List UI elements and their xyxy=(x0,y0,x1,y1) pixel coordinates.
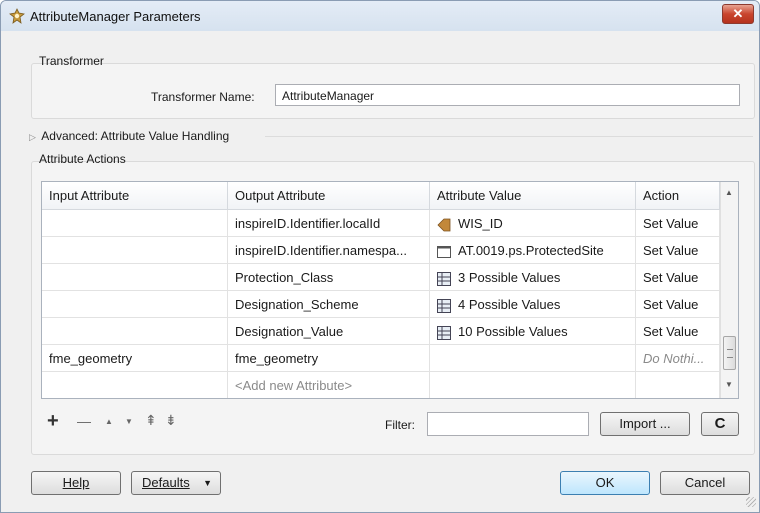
filter-label: Filter: xyxy=(385,418,415,432)
table-row-action[interactable]: Do Nothi... xyxy=(636,345,720,372)
advanced-label: Advanced: Attribute Value Handling xyxy=(41,129,230,143)
thumb-grip-icon xyxy=(727,349,733,358)
refresh-icon: C xyxy=(714,415,726,432)
table-row-action[interactable] xyxy=(636,372,720,398)
window-title: AttributeManager Parameters xyxy=(30,9,201,24)
advanced-divider xyxy=(265,136,753,137)
advanced-section-toggle[interactable]: ▷ Advanced: Attribute Value Handling xyxy=(29,128,269,144)
transformer-group-label: Transformer xyxy=(39,54,104,68)
table-row-input[interactable] xyxy=(42,210,228,237)
ok-button[interactable]: OK xyxy=(560,471,650,495)
filter-input[interactable] xyxy=(427,412,589,436)
scroll-up-arrow-icon[interactable]: ▲ xyxy=(725,188,733,197)
value-text: 10 Possible Values xyxy=(458,324,568,339)
table-values-icon xyxy=(437,325,451,340)
table-row-action[interactable]: Set Value xyxy=(636,264,720,291)
title-bar: AttributeManager Parameters ✕ xyxy=(1,1,759,31)
move-bottom-button[interactable]: ⇟ xyxy=(165,412,177,429)
add-new-attribute-row[interactable]: <Add new Attribute> xyxy=(228,372,430,398)
table-row-input[interactable] xyxy=(42,318,228,345)
remove-row-button[interactable]: — xyxy=(77,413,91,429)
fme-app-icon xyxy=(9,8,25,24)
defaults-dropdown-button[interactable]: Defaults ▼ xyxy=(131,471,221,495)
close-button[interactable]: ✕ xyxy=(722,4,754,24)
defaults-button-label: Defaults xyxy=(142,475,190,490)
table-row-input[interactable] xyxy=(42,264,228,291)
table-row-input[interactable]: fme_geometry xyxy=(42,345,228,372)
table-row-output[interactable]: Designation_Scheme xyxy=(228,291,430,318)
table-row-input[interactable] xyxy=(42,291,228,318)
resize-grip-icon[interactable] xyxy=(746,497,756,507)
value-text: 4 Possible Values xyxy=(458,297,561,312)
dropdown-arrow-icon: ▼ xyxy=(203,478,212,488)
scrollbar-thumb[interactable] xyxy=(723,336,736,370)
scroll-down-arrow-icon[interactable]: ▼ xyxy=(725,380,733,389)
refresh-button[interactable]: C xyxy=(701,412,739,436)
table-row-value[interactable] xyxy=(430,372,636,398)
table-row-value[interactable]: 10 Possible Values xyxy=(430,318,636,345)
table-row-action[interactable]: Set Value xyxy=(636,291,720,318)
table-row-action[interactable]: Set Value xyxy=(636,210,720,237)
table-row-output[interactable]: Protection_Class xyxy=(228,264,430,291)
cancel-button[interactable]: Cancel xyxy=(660,471,750,495)
column-header-value[interactable]: Attribute Value xyxy=(430,182,636,210)
move-up-button[interactable]: ▲ xyxy=(105,417,113,426)
table-row-action[interactable]: Set Value xyxy=(636,237,720,264)
attribute-table: Input Attribute Output Attribute Attribu… xyxy=(41,181,739,399)
table-row-value[interactable]: 4 Possible Values xyxy=(430,291,636,318)
transformer-name-label: Transformer Name: xyxy=(151,90,255,104)
text-value-icon xyxy=(437,245,451,258)
table-row-value[interactable] xyxy=(430,345,636,372)
column-header-action[interactable]: Action xyxy=(636,182,720,210)
table-values-icon xyxy=(437,298,451,313)
table-values-icon xyxy=(437,271,451,286)
table-row-value[interactable]: AT.0019.ps.ProtectedSite xyxy=(430,237,636,264)
table-row-value[interactable]: 3 Possible Values xyxy=(430,264,636,291)
value-text: 3 Possible Values xyxy=(458,270,561,285)
table-row-output[interactable]: inspireID.Identifier.namespa... xyxy=(228,237,430,264)
attribute-actions-label: Attribute Actions xyxy=(39,152,126,166)
table-row-input[interactable] xyxy=(42,237,228,264)
help-button[interactable]: Help xyxy=(31,471,121,495)
table-row-output[interactable]: fme_geometry xyxy=(228,345,430,372)
table-row-output[interactable]: inspireID.Identifier.localId xyxy=(228,210,430,237)
add-row-button[interactable]: + xyxy=(47,410,59,433)
value-text: AT.0019.ps.ProtectedSite xyxy=(458,243,604,258)
transformer-name-input[interactable]: AttributeManager xyxy=(275,84,740,106)
move-down-button[interactable]: ▼ xyxy=(125,417,133,426)
column-header-output[interactable]: Output Attribute xyxy=(228,182,430,210)
move-top-button[interactable]: ⇞ xyxy=(145,412,157,429)
table-row-value[interactable]: WIS_ID xyxy=(430,210,636,237)
attribute-arrow-icon xyxy=(437,218,451,231)
table-row-output[interactable]: Designation_Value xyxy=(228,318,430,345)
value-text: WIS_ID xyxy=(458,216,503,231)
help-button-label: Help xyxy=(62,475,90,490)
expand-triangle-icon: ▷ xyxy=(29,132,36,142)
column-header-input[interactable]: Input Attribute xyxy=(42,182,228,210)
table-row-input[interactable] xyxy=(42,372,228,398)
import-button[interactable]: Import ... xyxy=(600,412,690,436)
table-row-action[interactable]: Set Value xyxy=(636,318,720,345)
table-scrollbar[interactable]: ▲ ▼ xyxy=(720,182,738,398)
dialog-window: AttributeManager Parameters ✕ Transforme… xyxy=(0,0,760,513)
